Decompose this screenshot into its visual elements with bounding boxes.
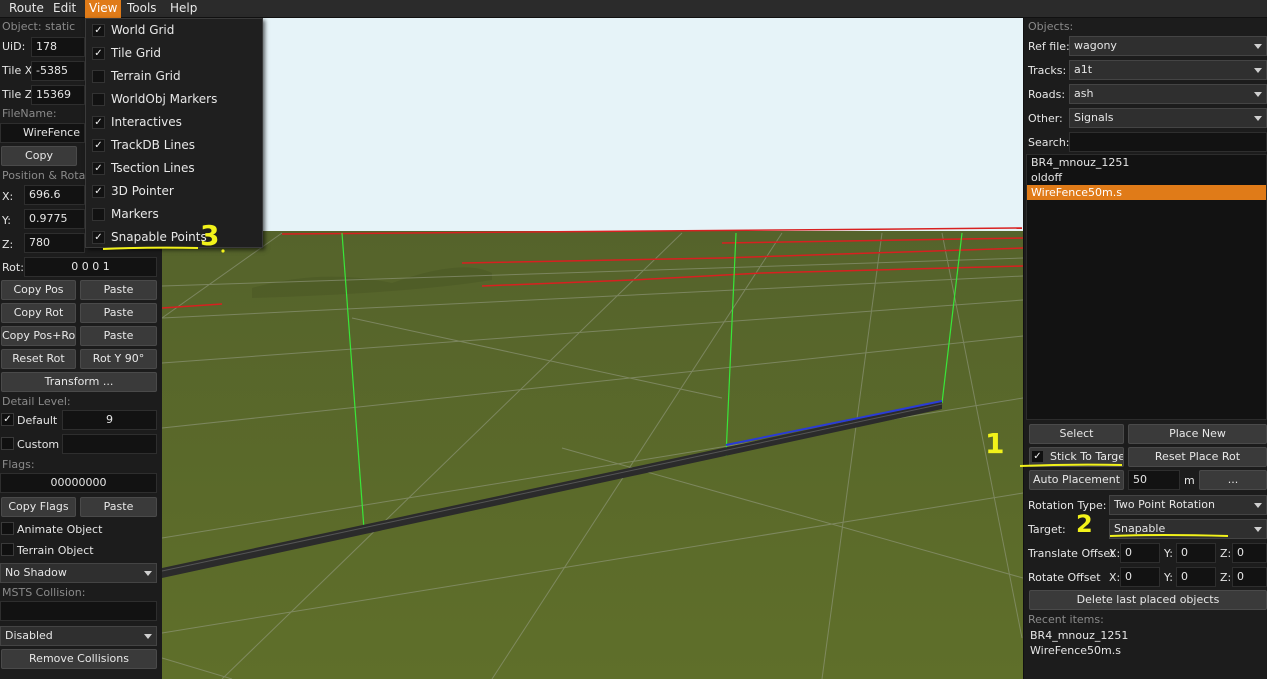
annotation-underlines — [102, 246, 1229, 537]
